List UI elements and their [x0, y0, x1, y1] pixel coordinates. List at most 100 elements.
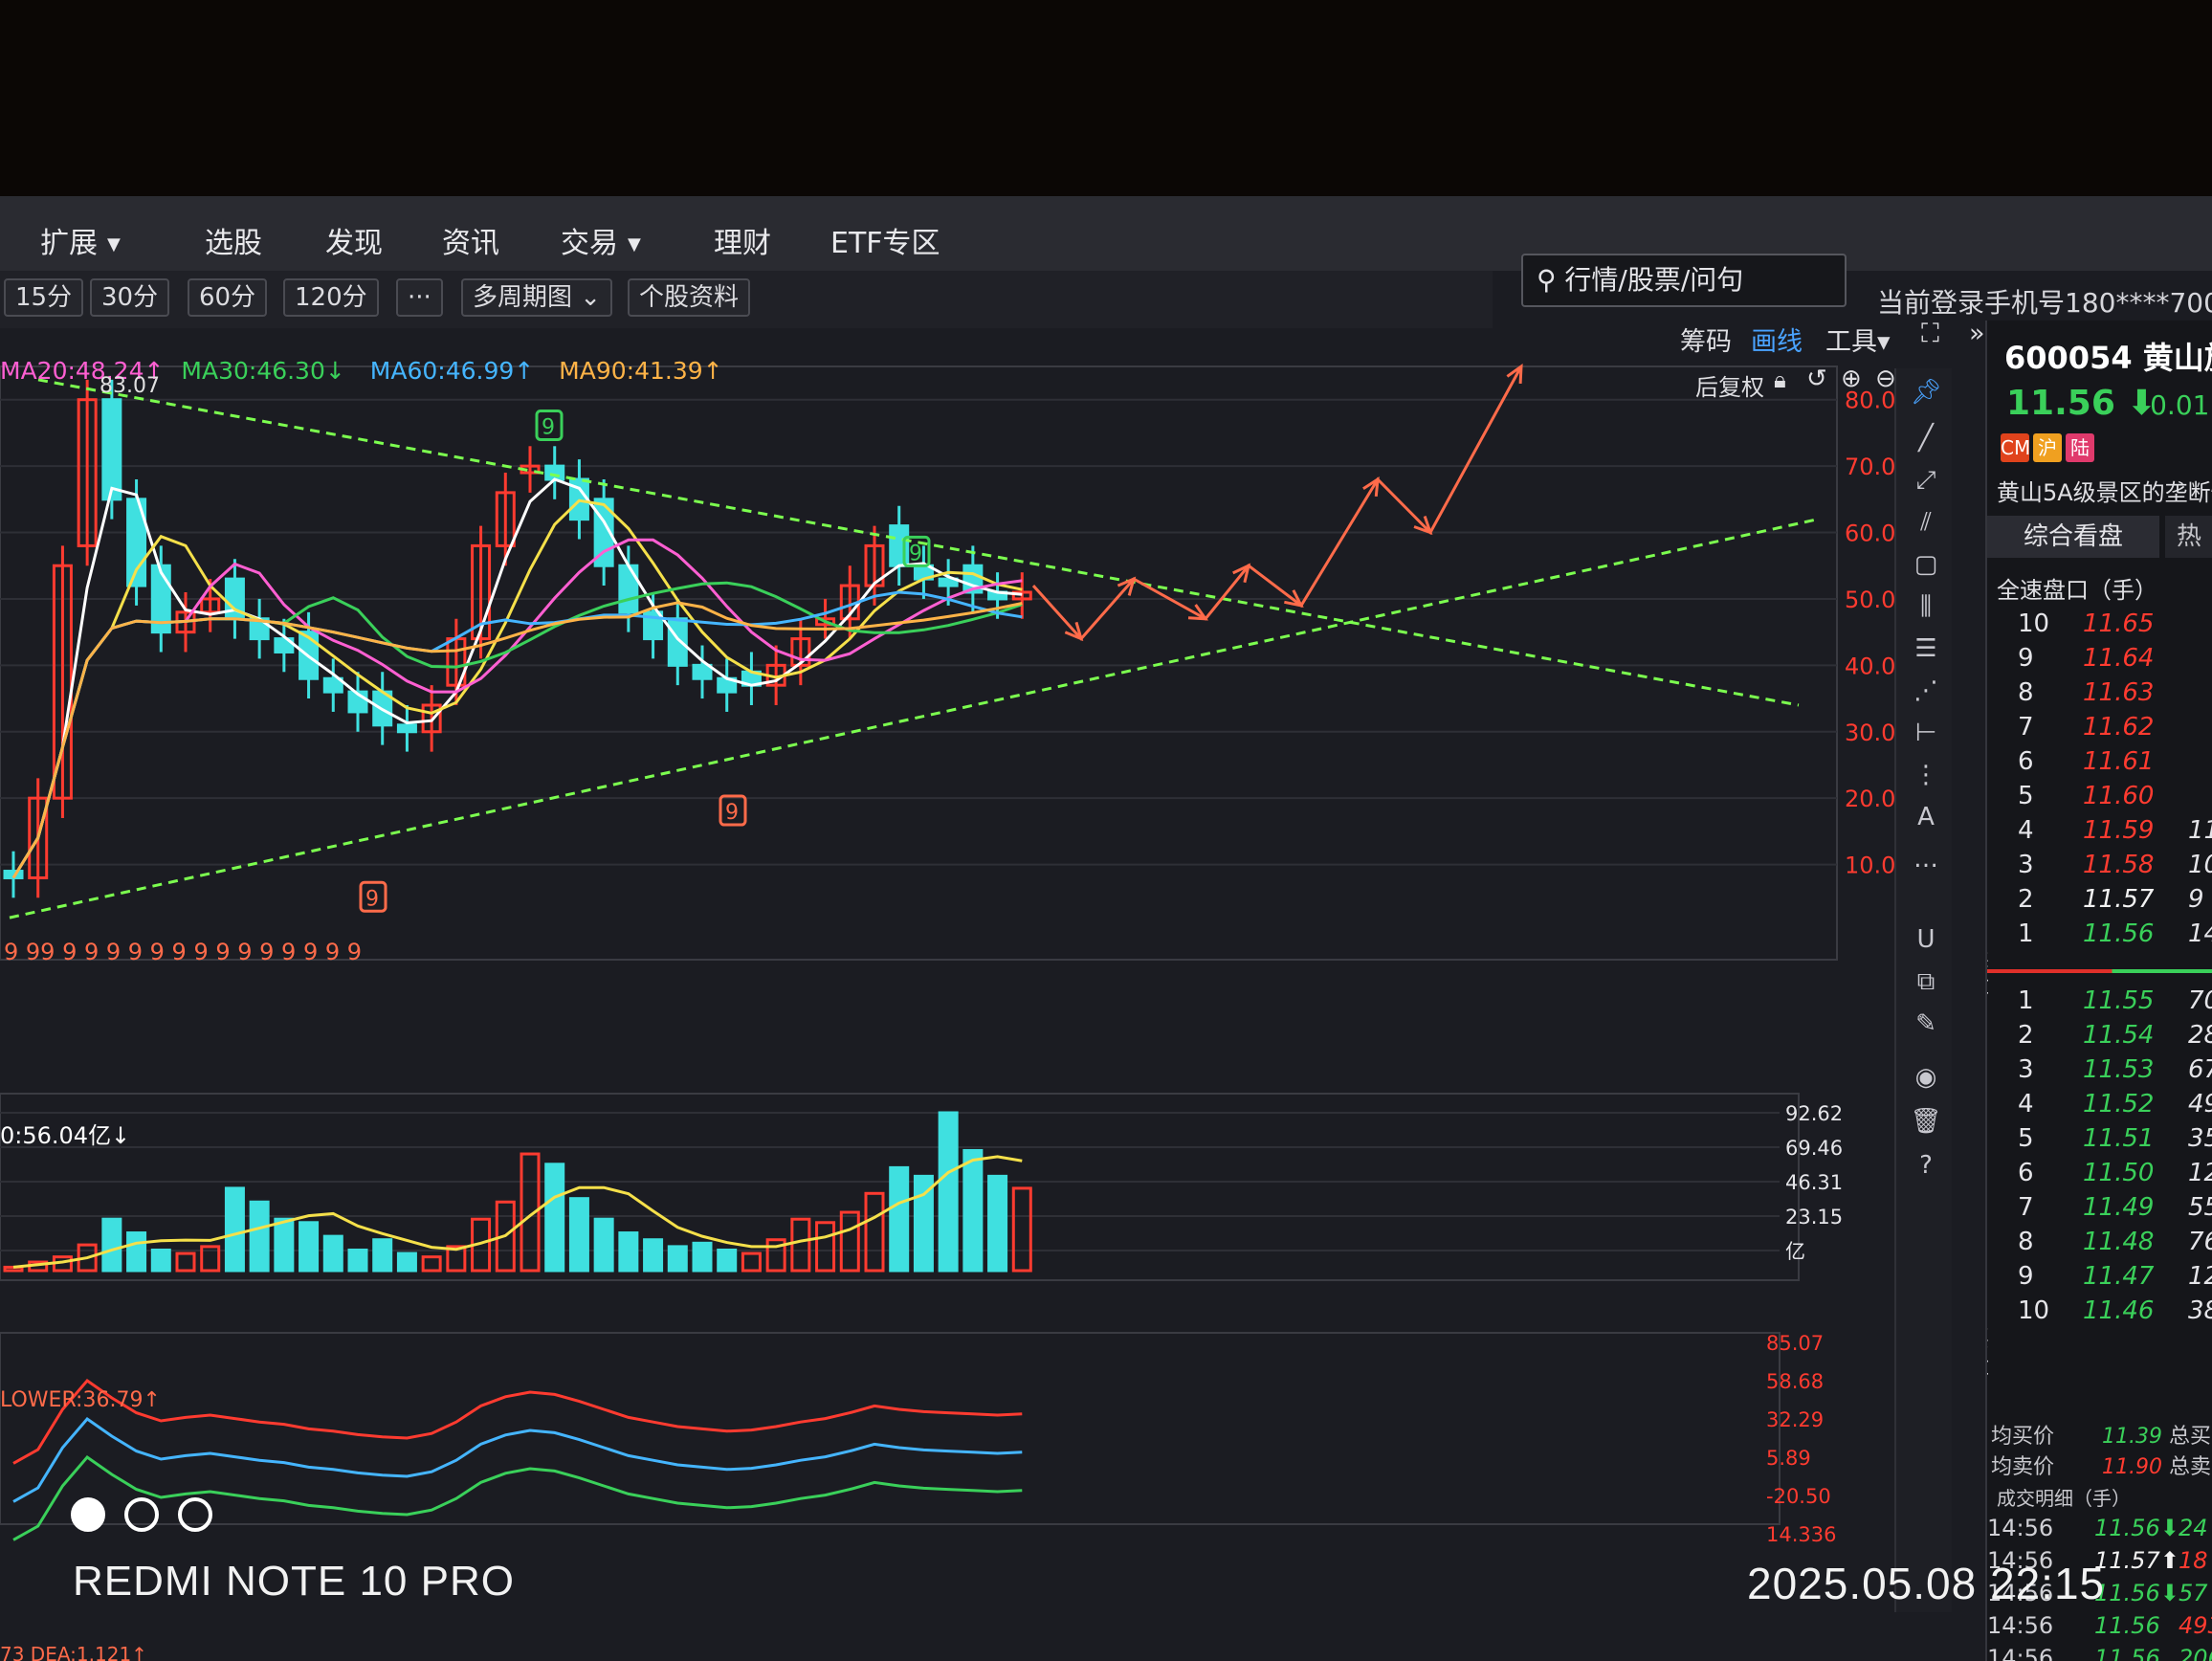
lower-tick: 58.68 — [1766, 1370, 1824, 1393]
rect-tool-icon[interactable]: ▢ — [1910, 548, 1942, 581]
trade-volume: 18 — [2179, 1547, 2208, 1574]
volume-bar — [618, 1231, 639, 1273]
ask-row[interactable]: 5 11.60 — [1987, 782, 2212, 818]
fib-tool-icon[interactable]: ☰ — [1910, 632, 1942, 665]
level-volume: 498 — [2188, 1090, 2212, 1118]
bid-row[interactable]: 2 11.54 28 — [1987, 1021, 2212, 1057]
level-number: 1 — [2018, 919, 2034, 948]
level-price: 11.65 — [2083, 609, 2155, 638]
lower-upper-band — [12, 1378, 1023, 1465]
td-sequence-label: 9 — [725, 801, 739, 825]
volume-bar — [568, 1197, 589, 1273]
volume-bar — [101, 1217, 122, 1273]
lower-tick: -20.50 — [1766, 1485, 1831, 1508]
period-60min-button[interactable]: 60分 — [188, 278, 268, 317]
period-15min-button[interactable]: 15分 — [4, 278, 84, 317]
bid-row[interactable]: 7 11.49 558 — [1987, 1193, 2212, 1229]
help-icon[interactable]: ? — [1910, 1149, 1942, 1182]
fork-tool-icon[interactable]: ⫼ — [1910, 590, 1942, 623]
chevron-down-icon: ▼ — [628, 234, 641, 255]
level-number: 6 — [2018, 1159, 2034, 1187]
level-price: 11.54 — [2083, 1021, 2155, 1050]
layers-icon[interactable]: ⧉ — [1910, 965, 1942, 998]
tab-hot[interactable]: 热 — [2165, 516, 2212, 558]
lower-legend: LOWER:36.79↑ — [0, 1388, 161, 1412]
level-volume: 9 — [2188, 885, 2204, 914]
level-volume: 558 — [2188, 1193, 2212, 1222]
magnet-icon[interactable]: U — [1910, 923, 1942, 956]
bid-row[interactable]: 6 11.50 1269 — [1987, 1159, 2212, 1195]
ask-row[interactable]: 3 11.58 10 — [1987, 851, 2212, 887]
level-price: 11.64 — [2083, 644, 2155, 673]
level-number: 10 — [2018, 1296, 2050, 1325]
stock-code-name: 600054 黄山旅游 — [2004, 340, 2212, 376]
measure-tool-icon[interactable]: ⊢ — [1910, 717, 1942, 749]
text-tool-icon[interactable]: A — [1910, 801, 1942, 833]
volume-bar — [987, 1174, 1008, 1273]
ask-row[interactable]: 4 11.59 11 — [1987, 816, 2212, 853]
stock-profile-button[interactable]: 个股资料 — [628, 278, 751, 317]
ask-row[interactable]: 7 11.62 — [1987, 713, 2212, 749]
level-price: 11.61 — [2083, 747, 2155, 776]
fan-tool-icon[interactable]: ⋰ — [1910, 675, 1942, 707]
volume-bar — [692, 1241, 713, 1273]
trash-icon[interactable]: 🗑︎ — [1910, 1105, 1942, 1138]
ask-row[interactable]: 2 11.57 9 — [1987, 885, 2212, 921]
ask-row[interactable]: 9 11.64 — [1987, 644, 2212, 680]
total-sell-label: 总卖量 — [2169, 1455, 2212, 1479]
level-volume: 1269 — [2188, 1159, 2212, 1187]
collapse-icon[interactable]: » — [1969, 319, 1985, 348]
menu-trade[interactable]: 交易 ▼ — [561, 219, 641, 261]
menu-etf[interactable]: ETF专区 — [830, 219, 940, 261]
period-30min-button[interactable]: 30分 — [90, 278, 170, 317]
period-120min-button[interactable]: 120分 — [283, 278, 379, 317]
more-tools-icon[interactable]: … — [1910, 843, 1942, 875]
volume-bar — [544, 1163, 565, 1273]
step-tool-icon[interactable]: ⋮ — [1910, 759, 1942, 791]
bid-row[interactable]: 5 11.51 358 — [1987, 1124, 2212, 1161]
ask-row[interactable]: 6 11.61 — [1987, 747, 2212, 784]
bid-row[interactable]: 1 11.55 70 — [1987, 986, 2212, 1023]
level-number: 9 — [2018, 1262, 2034, 1291]
ask-row[interactable]: 8 11.63 — [1987, 678, 2212, 715]
bid-row[interactable]: 10 11.46 381 — [1987, 1296, 2212, 1333]
pencil-icon[interactable]: ✎ — [1910, 1008, 1942, 1040]
tab-overview[interactable]: 综合看盘 — [1987, 516, 2159, 558]
trade-price: 11.56⬇ — [2094, 1515, 2179, 1541]
price-tick: 80.00 — [1845, 388, 1894, 414]
kline-chart-area[interactable]: 80.00 70.00 60.00 50.00 40.00 30.00 20.00 10.00… — [0, 338, 1894, 1661]
bid-row[interactable]: 9 11.47 1232 — [1987, 1262, 2212, 1298]
eye-icon[interactable]: ◉ — [1910, 1061, 1942, 1094]
pin-icon[interactable]: 📌︎ — [1910, 376, 1942, 409]
level-price: 11.55 — [2083, 986, 2155, 1015]
fullscreen-icon[interactable]: ⛶ — [1921, 319, 1939, 349]
login-status: 当前登录手机号180****7002 — [1877, 287, 2212, 319]
level-volume: 28 — [2188, 1021, 2212, 1050]
menu-discover[interactable]: 发现 — [325, 219, 383, 261]
ray-tool-icon[interactable]: ⤢ — [1910, 464, 1942, 497]
channel-tool-icon[interactable]: ⫽ — [1910, 506, 1942, 539]
volume-bar — [175, 1251, 196, 1273]
ask-row[interactable]: 10 11.65 — [1987, 609, 2212, 646]
bid-row[interactable]: 8 11.48 765 — [1987, 1228, 2212, 1264]
menu-stock-picker[interactable]: 选股 — [205, 219, 262, 261]
menu-news[interactable]: 资讯 — [442, 219, 499, 261]
trade-price: 11.56⬇ — [2094, 1580, 2179, 1606]
more-periods-button[interactable]: ··· — [396, 278, 443, 317]
lower-indicator: 85.07 58.68 32.29 5.89 -20.50 14.336 — [0, 1332, 1836, 1546]
trade-volume: 493 — [2179, 1612, 2212, 1639]
menu-extend[interactable]: 扩展 ▼ — [40, 219, 121, 261]
price-tick: 30.00 — [1845, 720, 1894, 746]
level-number: 9 — [2018, 644, 2034, 673]
ma60-label: MA60:46.99↑ — [369, 357, 535, 385]
bid-row[interactable]: 4 11.52 498 — [1987, 1090, 2212, 1126]
trade-price: 11.56 — [2094, 1645, 2160, 1661]
menu-wealth[interactable]: 理财 — [714, 219, 771, 261]
bid-row[interactable]: 3 11.53 676 — [1987, 1055, 2212, 1092]
level-volume: 1232 — [2188, 1262, 2212, 1291]
line-tool-icon[interactable]: ╱ — [1910, 422, 1942, 454]
td-sequence-label: 9 — [365, 887, 379, 911]
ask-row[interactable]: 1 11.56 149 — [1987, 919, 2212, 956]
multi-period-button[interactable]: 多周期图 ⌄ — [461, 278, 613, 317]
search-input[interactable]: ⚲ 行情/股票/问句 — [1521, 254, 1847, 307]
